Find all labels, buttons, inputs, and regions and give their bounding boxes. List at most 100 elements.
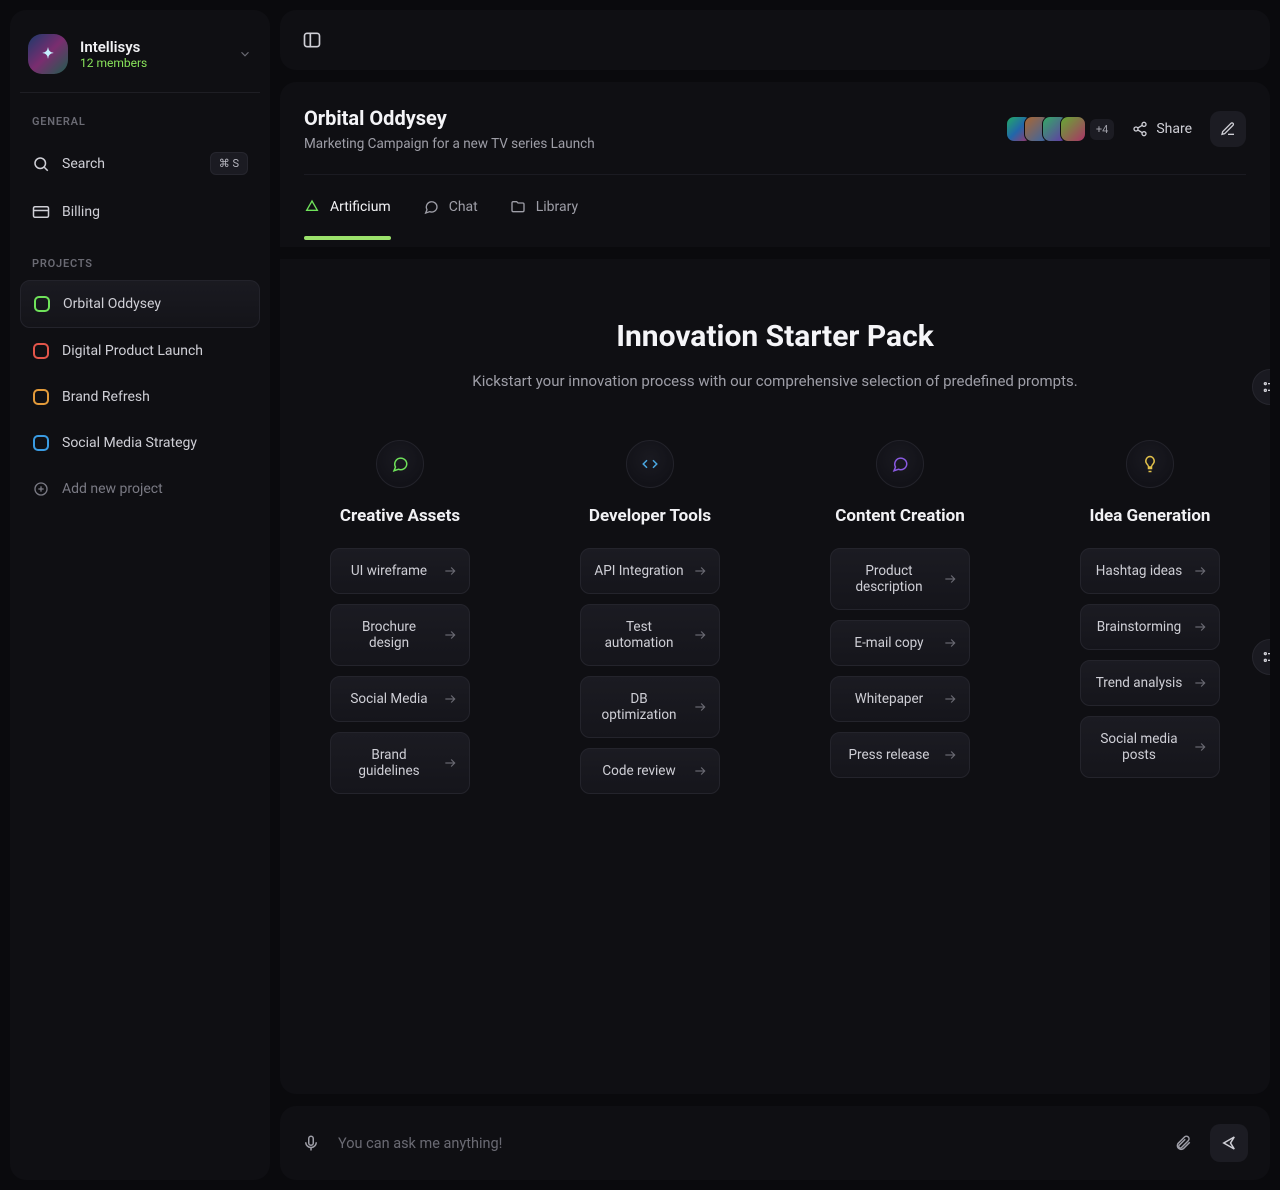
float-options-button[interactable] (1252, 369, 1270, 405)
send-button[interactable] (1210, 1124, 1248, 1162)
prompt-chip[interactable]: Press release (830, 732, 970, 778)
share-button[interactable]: Share (1132, 121, 1192, 137)
page-subtitle: Marketing Campaign for a new TV series L… (304, 136, 595, 152)
workspace-switcher[interactable]: ✦ Intellisys 12 members (20, 28, 260, 93)
share-label: Share (1156, 121, 1192, 137)
prompt-column: Creative Assets UI wireframe Brochure desi… (300, 440, 500, 804)
arrow-right-icon (443, 564, 457, 578)
column-title: Content Creation (835, 506, 965, 526)
project-label: Social Media Strategy (62, 435, 197, 451)
prompt-chip[interactable]: Hashtag ideas (1080, 548, 1220, 594)
section-label-projects: PROJECTS (20, 235, 260, 280)
add-project[interactable]: Add new project (20, 466, 260, 512)
arrow-right-icon (443, 692, 457, 706)
extra-members-badge: +4 (1090, 119, 1114, 140)
prompt-chip[interactable]: Test automation (580, 604, 720, 666)
chip-label: Brainstorming (1093, 619, 1185, 635)
nav-billing-label: Billing (62, 204, 100, 220)
chip-label: Press release (843, 747, 935, 763)
arrow-right-icon (1193, 676, 1207, 690)
prompt-chip[interactable]: E-mail copy (830, 620, 970, 666)
prompt-chip[interactable]: Social Media (330, 676, 470, 722)
tab-icon (510, 199, 526, 215)
tab-artificium[interactable]: Artificium (304, 191, 391, 223)
sidebar: ✦ Intellisys 12 members GENERAL Search ⌘… (10, 10, 270, 1180)
chip-label: Product description (843, 563, 935, 595)
prompt-chip[interactable]: Social media posts (1080, 716, 1220, 778)
column-title: Creative Assets (340, 506, 460, 526)
mic-icon[interactable] (302, 1134, 320, 1152)
prompt-chip[interactable]: API Integration (580, 548, 720, 594)
tab-icon (423, 199, 439, 215)
edit-button[interactable] (1210, 111, 1246, 147)
prompt-chip[interactable]: Brainstorming (1080, 604, 1220, 650)
prompt-column: Developer Tools API Integration Test autom… (550, 440, 750, 804)
tab-chat[interactable]: Chat (423, 191, 478, 223)
arrow-right-icon (443, 756, 457, 770)
project-label: Orbital Oddysey (63, 296, 161, 312)
tab-label: Artificium (330, 199, 391, 215)
prompt-chip[interactable]: Code review (580, 748, 720, 794)
hero-title: Innovation Starter Pack (472, 319, 1077, 354)
arrow-right-icon (1193, 620, 1207, 634)
prompt-chip[interactable]: DB optimization (580, 676, 720, 738)
plus-circle-icon (32, 480, 50, 498)
search-shortcut: ⌘ S (210, 152, 248, 175)
arrow-right-icon (1193, 740, 1207, 754)
workspace-name: Intellisys (80, 38, 147, 56)
sidebar-project-item[interactable]: Brand Refresh (20, 374, 260, 420)
prompt-chip[interactable]: Brochure design (330, 604, 470, 666)
avatar (1060, 116, 1086, 142)
project-color-icon (33, 295, 51, 313)
arrow-right-icon (693, 700, 707, 714)
prompt-chip[interactable]: Product description (830, 548, 970, 610)
float-options-button[interactable] (1252, 639, 1270, 675)
chip-label: UI wireframe (343, 563, 435, 579)
prompt-input[interactable] (338, 1135, 1156, 1152)
project-label: Brand Refresh (62, 389, 150, 405)
arrow-right-icon (443, 628, 457, 642)
project-color-icon (32, 434, 50, 452)
sidebar-project-item[interactable]: Orbital Oddysey (20, 280, 260, 328)
sidebar-toggle-icon[interactable] (302, 30, 322, 50)
column-title: Developer Tools (589, 506, 711, 526)
chip-label: API Integration (593, 563, 685, 579)
arrow-right-icon (693, 564, 707, 578)
attachment-icon[interactable] (1174, 1134, 1192, 1152)
chip-label: Social Media (343, 691, 435, 707)
arrow-right-icon (693, 628, 707, 642)
main: Orbital Oddysey Marketing Campaign for a… (280, 10, 1270, 1180)
project-color-icon (32, 342, 50, 360)
card-icon (32, 203, 50, 221)
column-icon (376, 440, 424, 488)
chip-label: Trend analysis (1093, 675, 1185, 691)
content-area: Innovation Starter Pack Kickstart your i… (280, 259, 1270, 1094)
arrow-right-icon (943, 572, 957, 586)
section-label-general: GENERAL (20, 93, 260, 138)
hero-subtitle: Kickstart your innovation process with o… (472, 372, 1077, 390)
arrow-right-icon (943, 748, 957, 762)
sidebar-project-item[interactable]: Digital Product Launch (20, 328, 260, 374)
tab-label: Chat (449, 199, 478, 215)
chip-label: Hashtag ideas (1093, 563, 1185, 579)
prompt-chip[interactable]: Brand guidelines (330, 732, 470, 794)
workspace-members: 12 members (80, 56, 147, 70)
chip-label: Social media posts (1093, 731, 1185, 763)
sidebar-project-item[interactable]: Social Media Strategy (20, 420, 260, 466)
prompt-chip[interactable]: UI wireframe (330, 548, 470, 594)
prompt-chip[interactable]: Trend analysis (1080, 660, 1220, 706)
tab-label: Library (536, 199, 578, 215)
tab-library[interactable]: Library (510, 191, 578, 223)
page-title: Orbital Oddysey (304, 106, 595, 130)
chip-label: Brochure design (343, 619, 435, 651)
project-color-icon (32, 388, 50, 406)
nav-search[interactable]: Search ⌘ S (20, 138, 260, 189)
nav-billing[interactable]: Billing (20, 189, 260, 235)
member-avatars[interactable]: +4 (1014, 116, 1114, 142)
topbar (280, 10, 1270, 70)
prompt-chip[interactable]: Whitepaper (830, 676, 970, 722)
chip-label: Code review (593, 763, 685, 779)
arrow-right-icon (943, 636, 957, 650)
chip-label: E-mail copy (843, 635, 935, 651)
panel-header: Orbital Oddysey Marketing Campaign for a… (280, 82, 1270, 247)
